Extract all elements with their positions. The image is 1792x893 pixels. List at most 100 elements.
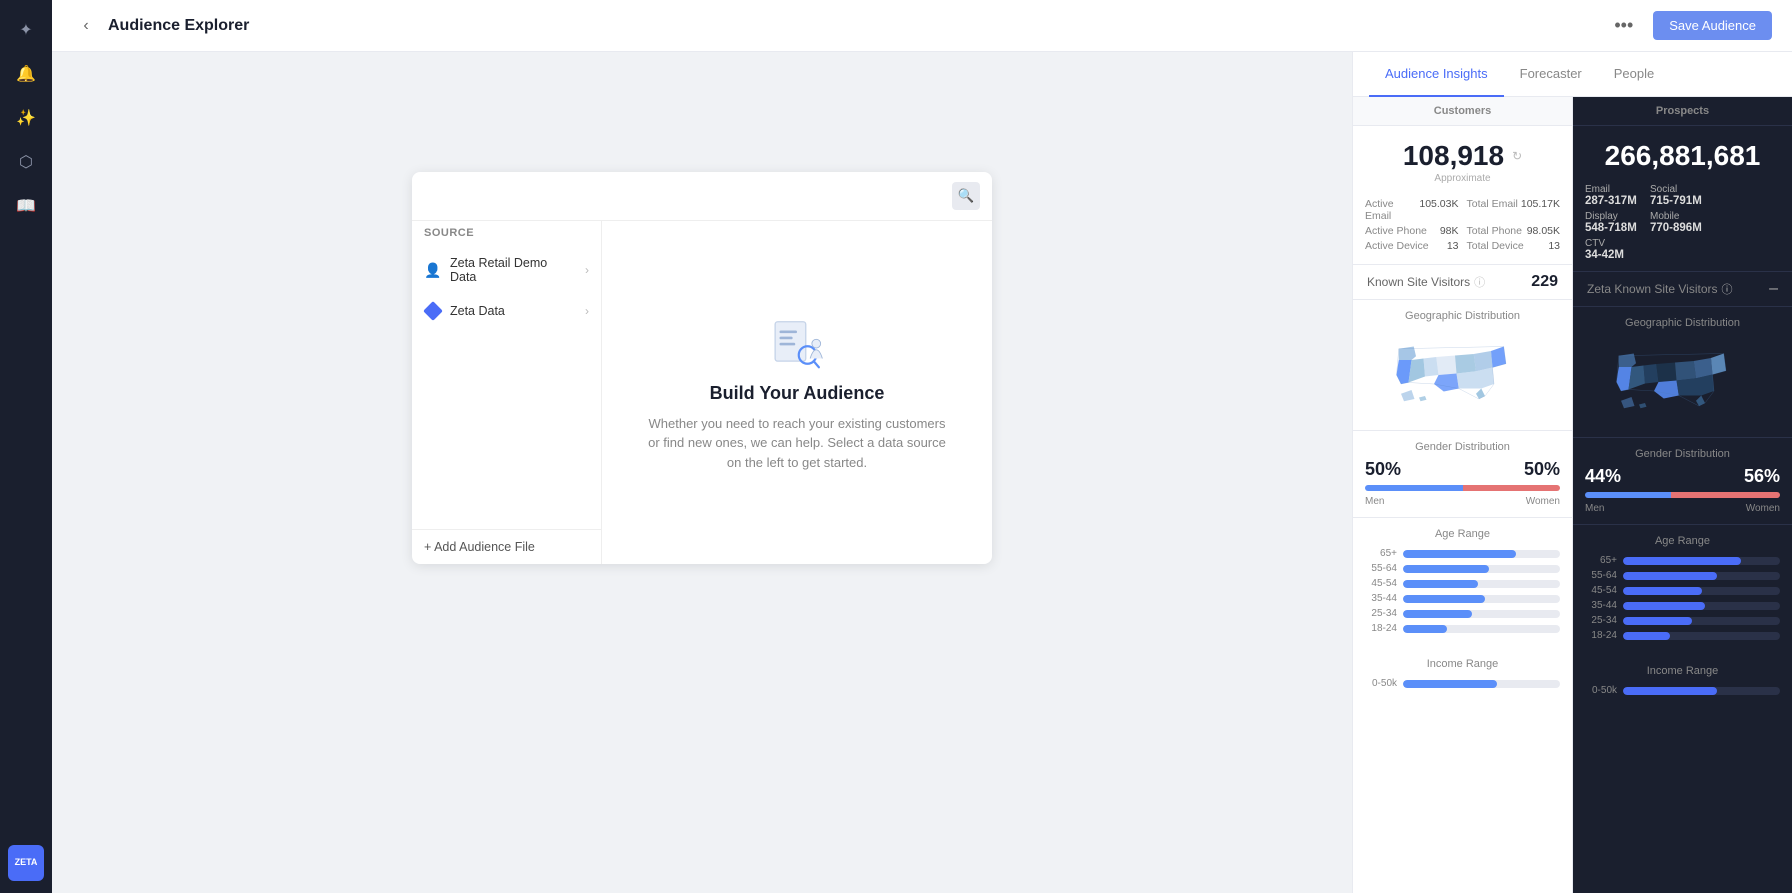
gender-labels-prospects: Men Women xyxy=(1585,503,1780,514)
age-bar-fill-p xyxy=(1623,557,1741,565)
age-bar-bg xyxy=(1403,580,1560,588)
source-item-zeta[interactable]: Zeta Data › xyxy=(412,293,601,329)
stat-label: Active Email xyxy=(1365,198,1419,222)
age-bar-bg xyxy=(1403,625,1560,633)
age-row-5564: 55-64 xyxy=(1365,563,1560,574)
age-bar-bg xyxy=(1403,550,1560,558)
gender-labels-customers: Men Women xyxy=(1365,496,1560,507)
age-label-p: 18-24 xyxy=(1585,630,1617,641)
age-row-65-p: 65+ xyxy=(1585,555,1780,566)
known-visitors-row-prospects: Zeta Known Site Visitors ⓘ – xyxy=(1573,271,1792,307)
age-section-prospects: Age Range 65+ 55-64 45-54 xyxy=(1573,525,1792,655)
age-bar-fill xyxy=(1403,565,1489,573)
gender-bar-customers xyxy=(1365,485,1560,491)
save-audience-button[interactable]: Save Audience xyxy=(1653,11,1772,40)
age-bar-fill-p xyxy=(1623,587,1702,595)
gender-bar-women xyxy=(1463,485,1561,491)
income-label: 0-50k xyxy=(1365,678,1397,689)
age-title-prospects: Age Range xyxy=(1585,535,1780,547)
gender-percentages-prospects: 44% 56% xyxy=(1585,466,1780,487)
stat-label: Total Phone xyxy=(1467,225,1522,237)
income-bar-bg xyxy=(1403,680,1560,688)
gender-bar-prospects xyxy=(1585,492,1780,498)
person-icon: 👤 xyxy=(424,261,442,279)
gender-bar-women-prospects xyxy=(1671,492,1780,498)
workspace: 🔍 Source 👤 Zeta Retail Demo Data › xyxy=(52,52,1352,893)
search-button[interactable]: 🔍 xyxy=(952,182,980,210)
income-section-prospects: Income Range 0-50k xyxy=(1573,655,1792,710)
stat-row-active-email: Active Email 105.03K xyxy=(1365,198,1459,222)
refresh-icon[interactable]: ↻ xyxy=(1512,149,1522,163)
gender-men-pct: 50% xyxy=(1365,459,1401,480)
age-bar-bg-p xyxy=(1623,557,1780,565)
tab-people[interactable]: People xyxy=(1598,52,1670,97)
age-row-3544: 35-44 xyxy=(1365,593,1560,604)
star-icon[interactable]: ✦ xyxy=(8,12,44,48)
prospects-channels: Email 287-317M Social 715-791M Display 5… xyxy=(1573,180,1792,271)
search-input[interactable] xyxy=(424,189,944,204)
stat-value: 98.05K xyxy=(1527,225,1560,237)
tab-audience-insights[interactable]: Audience Insights xyxy=(1369,52,1504,97)
book-icon[interactable]: 📖 xyxy=(8,188,44,224)
age-label-p: 55-64 xyxy=(1585,570,1617,581)
age-bar-bg-p xyxy=(1623,617,1780,625)
build-illustration xyxy=(762,313,832,383)
age-bar-fill xyxy=(1403,550,1516,558)
stat-label: Total Device xyxy=(1467,240,1524,252)
income-row-050k: 0-50k xyxy=(1365,678,1560,689)
age-bar-fill-p xyxy=(1623,632,1670,640)
customers-count-block: 108,918 ↻ Approximate xyxy=(1353,126,1572,194)
info-icon[interactable]: ⓘ xyxy=(1474,274,1485,290)
gender-section-customers: Gender Distribution 50% 50% Men Women xyxy=(1353,431,1572,518)
channel-empty1 xyxy=(1715,184,1780,207)
age-title-customers: Age Range xyxy=(1365,528,1560,540)
more-options-button[interactable]: ••• xyxy=(1606,11,1641,40)
age-bar-bg-p xyxy=(1623,632,1780,640)
build-title: Build Your Audience xyxy=(710,383,885,404)
source-item-retail[interactable]: 👤 Zeta Retail Demo Data › xyxy=(412,247,601,293)
age-bar-fill-p xyxy=(1623,572,1717,580)
geo-section-customers: Geographic Distribution xyxy=(1353,300,1572,431)
income-bar-fill-p xyxy=(1623,687,1717,695)
diamond-icon xyxy=(424,302,442,320)
stat-label: Active Device xyxy=(1365,240,1429,252)
channel-social: Social 715-791M xyxy=(1650,184,1715,207)
source-item-label: Zeta Retail Demo Data xyxy=(450,256,577,284)
prospects-count: 266,881,681 xyxy=(1605,142,1761,170)
gender-women-label-prospects: Women xyxy=(1746,503,1780,514)
gender-percentages-customers: 50% 50% xyxy=(1365,459,1560,480)
customers-count: 108,918 xyxy=(1403,142,1504,170)
gender-title-customers: Gender Distribution xyxy=(1365,441,1560,453)
stat-row-total-device: Total Device 13 xyxy=(1467,240,1561,252)
back-button[interactable]: ‹ xyxy=(72,12,100,40)
bell-icon[interactable]: 🔔 xyxy=(8,56,44,92)
customers-header: Customers xyxy=(1353,97,1572,126)
income-row-050k-p: 0-50k xyxy=(1585,685,1780,696)
stat-value: 13 xyxy=(1548,240,1560,252)
arrow-icon: › xyxy=(585,304,589,318)
stat-row-total-email: Total Email 105.17K xyxy=(1467,198,1561,222)
age-bar-bg-p xyxy=(1623,602,1780,610)
page-title: Audience Explorer xyxy=(108,17,1606,35)
main-content: ‹ Audience Explorer ••• Save Audience 🔍 … xyxy=(52,0,1792,893)
age-row-3544-p: 35-44 xyxy=(1585,600,1780,611)
channel-empty2 xyxy=(1715,211,1780,234)
gender-men-label-prospects: Men xyxy=(1585,503,1604,514)
info-icon-prospects[interactable]: ⓘ xyxy=(1722,281,1733,297)
age-bar-fill xyxy=(1403,580,1478,588)
customers-panel: Customers 108,918 ↻ Approximate Active E… xyxy=(1353,97,1573,893)
channel-mobile: Mobile 770-896M xyxy=(1650,211,1715,234)
age-label-p: 35-44 xyxy=(1585,600,1617,611)
age-row-2534: 25-34 xyxy=(1365,608,1560,619)
age-bar-fill xyxy=(1403,610,1472,618)
arrow-icon: › xyxy=(585,263,589,277)
age-bar-fill-p xyxy=(1623,617,1692,625)
geo-section-prospects: Geographic Distribution xyxy=(1573,307,1792,438)
network-icon[interactable]: ⬡ xyxy=(8,144,44,180)
tab-forecaster[interactable]: Forecaster xyxy=(1504,52,1598,97)
stat-value: 105.17K xyxy=(1521,198,1560,222)
add-audience-file-button[interactable]: + Add Audience File xyxy=(412,529,601,564)
income-title-prospects: Income Range xyxy=(1585,665,1780,677)
magic-icon[interactable]: ✨ xyxy=(8,100,44,136)
age-bar-fill xyxy=(1403,595,1485,603)
